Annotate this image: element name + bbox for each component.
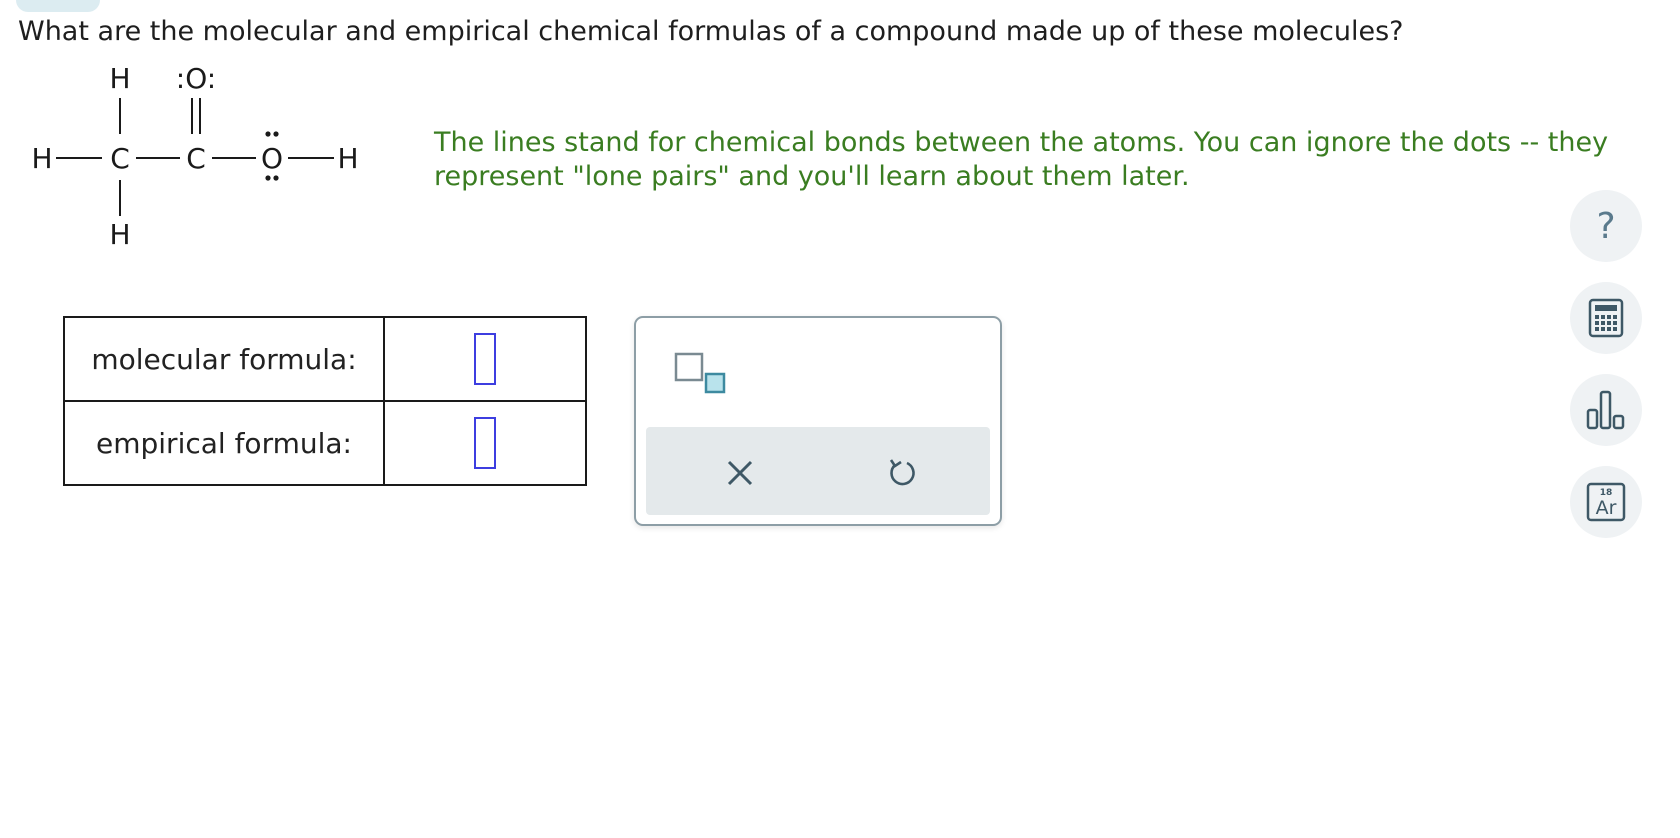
empirical-formula-label: empirical formula:: [63, 400, 385, 486]
atom-h-left: H: [31, 142, 52, 175]
clear-button[interactable]: [720, 453, 760, 493]
bar-chart-icon: [1586, 390, 1625, 430]
calculator-icon: [1588, 298, 1624, 338]
empirical-formula-input[interactable]: [474, 417, 496, 469]
x-icon: [727, 460, 753, 486]
table-row: empirical formula:: [63, 400, 587, 486]
top-tab[interactable]: [16, 0, 100, 12]
help-button[interactable]: ?: [1570, 190, 1642, 262]
answer-table: molecular formula: empirical formula:: [63, 316, 587, 486]
molecular-formula-cell[interactable]: [383, 316, 587, 402]
periodic-symbol: Ar: [1596, 497, 1617, 519]
undo-icon: [889, 459, 915, 486]
hint-text: The lines stand for chemical bonds betwe…: [434, 127, 1609, 192]
atom-h-right: H: [337, 142, 358, 175]
subscript-template-icon: [674, 352, 726, 394]
periodic-table-icon: 18 Ar: [1586, 482, 1626, 522]
atom-c-right: C: [186, 142, 206, 175]
empirical-formula-cell[interactable]: [383, 400, 587, 486]
atom-h-top: H: [109, 62, 130, 95]
molecular-formula-input[interactable]: [474, 333, 496, 385]
chart-button[interactable]: [1570, 374, 1642, 446]
atom-h-bottom: H: [109, 218, 130, 251]
table-row: molecular formula:: [63, 316, 587, 402]
atom-o-double: :O:: [176, 62, 216, 95]
periodic-table-button[interactable]: 18 Ar: [1570, 466, 1642, 538]
molecular-formula-label: molecular formula:: [63, 316, 385, 402]
subscript-button[interactable]: [674, 352, 728, 394]
molecule-structure: H :O: H C C O H H: [26, 58, 386, 262]
question-text: What are the molecular and empirical che…: [18, 16, 1404, 47]
question-mark-icon: ?: [1596, 205, 1616, 247]
undo-button[interactable]: [882, 453, 922, 493]
atom-o-single: O: [261, 142, 283, 175]
palette-action-bar: [646, 427, 990, 515]
input-palette: [634, 316, 1002, 526]
calculator-button[interactable]: [1570, 282, 1642, 354]
atom-c-left: C: [110, 142, 130, 175]
